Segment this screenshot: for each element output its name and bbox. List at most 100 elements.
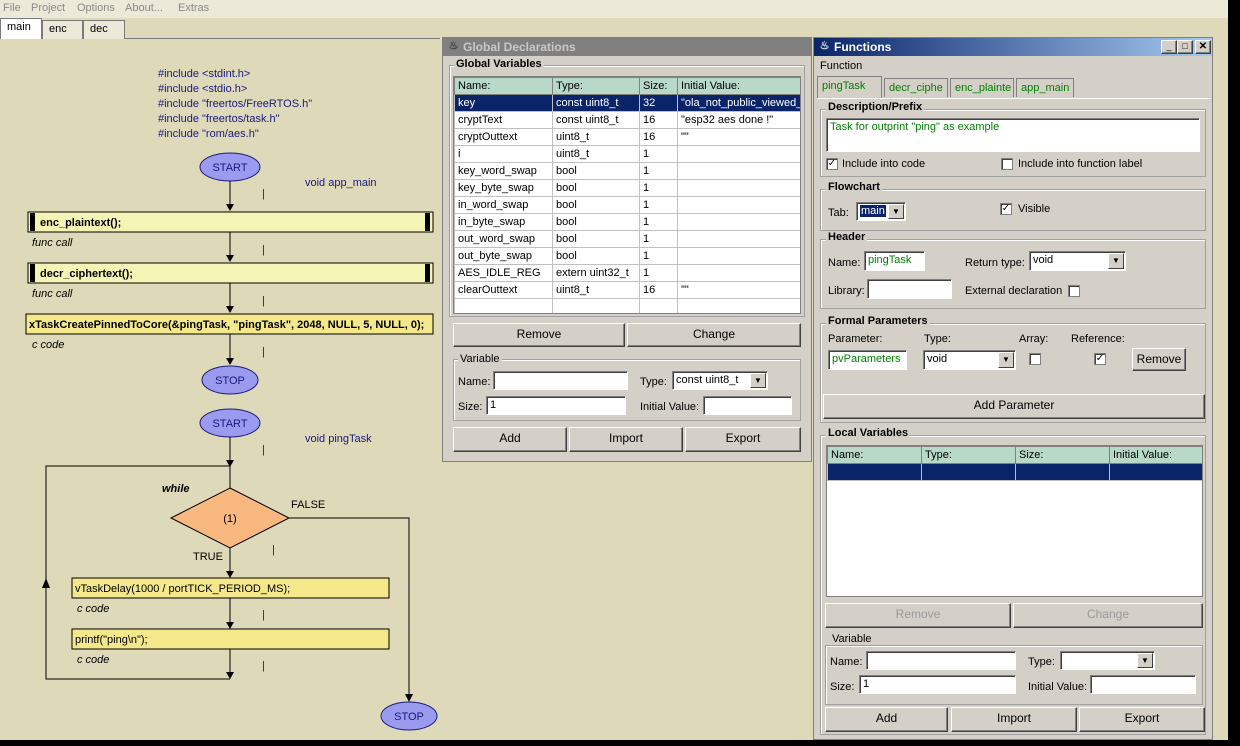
column-header-size[interactable]: Size:	[1015, 446, 1110, 464]
visible-checkbox[interactable]: ✓	[1000, 203, 1012, 215]
chevron-down-icon[interactable]: ▼	[750, 373, 766, 388]
function-menu[interactable]: Function	[820, 60, 862, 72]
parameter-field[interactable]: pvParameters	[828, 350, 907, 370]
table-row[interactable]: in_byte_swap bool 1	[454, 213, 800, 231]
cell: 1	[639, 247, 678, 265]
close-icon[interactable]: ✕	[1195, 40, 1211, 54]
cell: uint8_t	[552, 281, 640, 299]
table-row[interactable]: clearOuttext uint8_t 16 ""	[454, 281, 800, 299]
return-type-select[interactable]: void ▼	[1029, 251, 1126, 271]
local-initial-label: Initial Value:	[1028, 681, 1088, 693]
column-header-type[interactable]: Type:	[921, 446, 1016, 464]
table-row[interactable]: in_word_swap bool 1	[454, 196, 800, 214]
menu-extras[interactable]: Extras	[178, 2, 209, 14]
tab-divider	[817, 98, 1211, 99]
tab-pingtask[interactable]: pingTask	[817, 76, 882, 99]
external-checkbox[interactable]	[1068, 285, 1080, 297]
table-row[interactable]: key const uint8_t 32 "ola_not_public_viewed…	[454, 94, 800, 112]
include-label-checkbox[interactable]	[1001, 158, 1013, 170]
change-local-button[interactable]: Change	[1013, 603, 1203, 628]
false-line	[289, 517, 410, 700]
column-header-name[interactable]: Name:	[827, 446, 922, 464]
global-variables-table[interactable]: Name: Type: Size: Initial Value: key cons…	[453, 76, 801, 314]
include-label-label: Include into function label	[1018, 158, 1143, 170]
chevron-down-icon[interactable]: ▼	[888, 204, 904, 219]
local-add-button[interactable]: Add	[825, 707, 948, 732]
chevron-down-icon[interactable]: ▼	[1137, 653, 1153, 668]
change-button[interactable]: Change	[627, 323, 801, 347]
local-variables-table[interactable]: Name: Type: Size: Initial Value:	[826, 445, 1203, 597]
column-header-type[interactable]: Type:	[552, 77, 640, 95]
export-button[interactable]: Export	[685, 427, 801, 452]
block-bar-left	[30, 264, 35, 282]
cell: out_byte_swap	[454, 247, 553, 265]
table-row[interactable]: cryptText const uint8_t 16 "esp32 aes done …	[454, 111, 800, 129]
column-header-initial[interactable]: Initial Value:	[677, 77, 800, 95]
remove-parameter-button[interactable]: Remove	[1132, 348, 1186, 371]
table-row[interactable]: AES_IDLE_REG extern uint32_t 1	[454, 264, 800, 282]
menu-options[interactable]: Options	[77, 2, 115, 14]
tab-select[interactable]: main ▼	[856, 202, 906, 221]
table-row[interactable]: out_byte_swap bool 1	[454, 247, 800, 265]
chevron-down-icon[interactable]: ▼	[998, 352, 1014, 368]
cell	[677, 264, 800, 282]
menu-file[interactable]: File	[3, 2, 21, 14]
tab-enc-plainte[interactable]: enc_plainte	[950, 78, 1014, 97]
cell: const uint8_t	[552, 111, 640, 129]
enc-call-text: enc_plaintext();	[40, 217, 121, 229]
library-field[interactable]	[867, 279, 952, 299]
description-field[interactable]: Task for outprint "ping" as example	[826, 118, 1200, 152]
cell: 16	[639, 128, 678, 146]
functions-window: ♨ Functions _ □ ✕ Function pingTask decr…	[813, 37, 1213, 740]
name-field[interactable]	[493, 371, 628, 390]
table-row[interactable]: out_word_swap bool 1	[454, 230, 800, 248]
include-code-checkbox[interactable]: ✓	[826, 158, 838, 170]
function-name-field[interactable]: pingTask	[864, 251, 925, 271]
local-type-select[interactable]: ▼	[1060, 651, 1155, 670]
reference-checkbox[interactable]: ✓	[1094, 353, 1106, 365]
maximize-icon[interactable]: □	[1177, 40, 1193, 54]
local-import-button[interactable]: Import	[951, 707, 1077, 732]
table-row[interactable]: cryptOuttext uint8_t 16 ""	[454, 128, 800, 146]
window-title-bar[interactable]: ♨ Functions	[814, 38, 1212, 56]
stop-label: STOP	[215, 375, 245, 387]
table-row[interactable]	[454, 298, 800, 313]
array-checkbox[interactable]	[1029, 353, 1041, 365]
table-row[interactable]: key_byte_swap bool 1	[454, 179, 800, 197]
table-row[interactable]: i uint8_t 1	[454, 145, 800, 163]
tab-decr-ciphe[interactable]: decr_ciphe	[884, 78, 948, 97]
table-row[interactable]: key_word_swap bool 1	[454, 162, 800, 180]
window-title-bar[interactable]: ♨ Global Declarations	[443, 38, 811, 56]
remove-button[interactable]: Remove	[453, 323, 625, 347]
param-type-select[interactable]: void ▼	[923, 350, 1016, 370]
type-select[interactable]: const uint8_t ▼	[672, 371, 768, 390]
initial-value-field[interactable]	[703, 396, 792, 415]
local-name-field[interactable]	[866, 651, 1016, 670]
local-export-button[interactable]: Export	[1079, 707, 1205, 732]
tab-main[interactable]: main	[0, 18, 42, 39]
minimize-icon[interactable]: _	[1161, 40, 1177, 54]
menu-about[interactable]: About...	[125, 2, 163, 14]
column-header-size[interactable]: Size:	[639, 77, 678, 95]
add-button[interactable]: Add	[453, 427, 567, 452]
add-parameter-button[interactable]: Add Parameter	[823, 394, 1205, 419]
flowchart-canvas[interactable]: #include <stdint.h> #include <stdio.h> #…	[0, 38, 440, 746]
tab-dec[interactable]: dec	[83, 20, 125, 39]
import-button[interactable]: Import	[569, 427, 683, 452]
size-field[interactable]: 1	[486, 396, 626, 415]
include-line: #include "rom/aes.h"	[158, 128, 259, 140]
column-header-name[interactable]: Name:	[454, 77, 553, 95]
cell: in_byte_swap	[454, 213, 553, 231]
local-size-field[interactable]: 1	[859, 675, 1016, 694]
local-initial-field[interactable]	[1090, 675, 1196, 694]
tab-app-main[interactable]: app_main	[1016, 78, 1074, 97]
remove-local-button[interactable]: Remove	[825, 603, 1011, 628]
flow-arrow	[226, 255, 234, 262]
table-row[interactable]	[827, 463, 1202, 481]
column-header-initial[interactable]: Initial Value:	[1109, 446, 1202, 464]
tab-enc[interactable]: enc	[42, 20, 83, 39]
chevron-down-icon[interactable]: ▼	[1108, 253, 1124, 269]
menu-project[interactable]: Project	[31, 2, 65, 14]
cell: bool	[552, 196, 640, 214]
c-code-label: c code	[32, 339, 64, 351]
